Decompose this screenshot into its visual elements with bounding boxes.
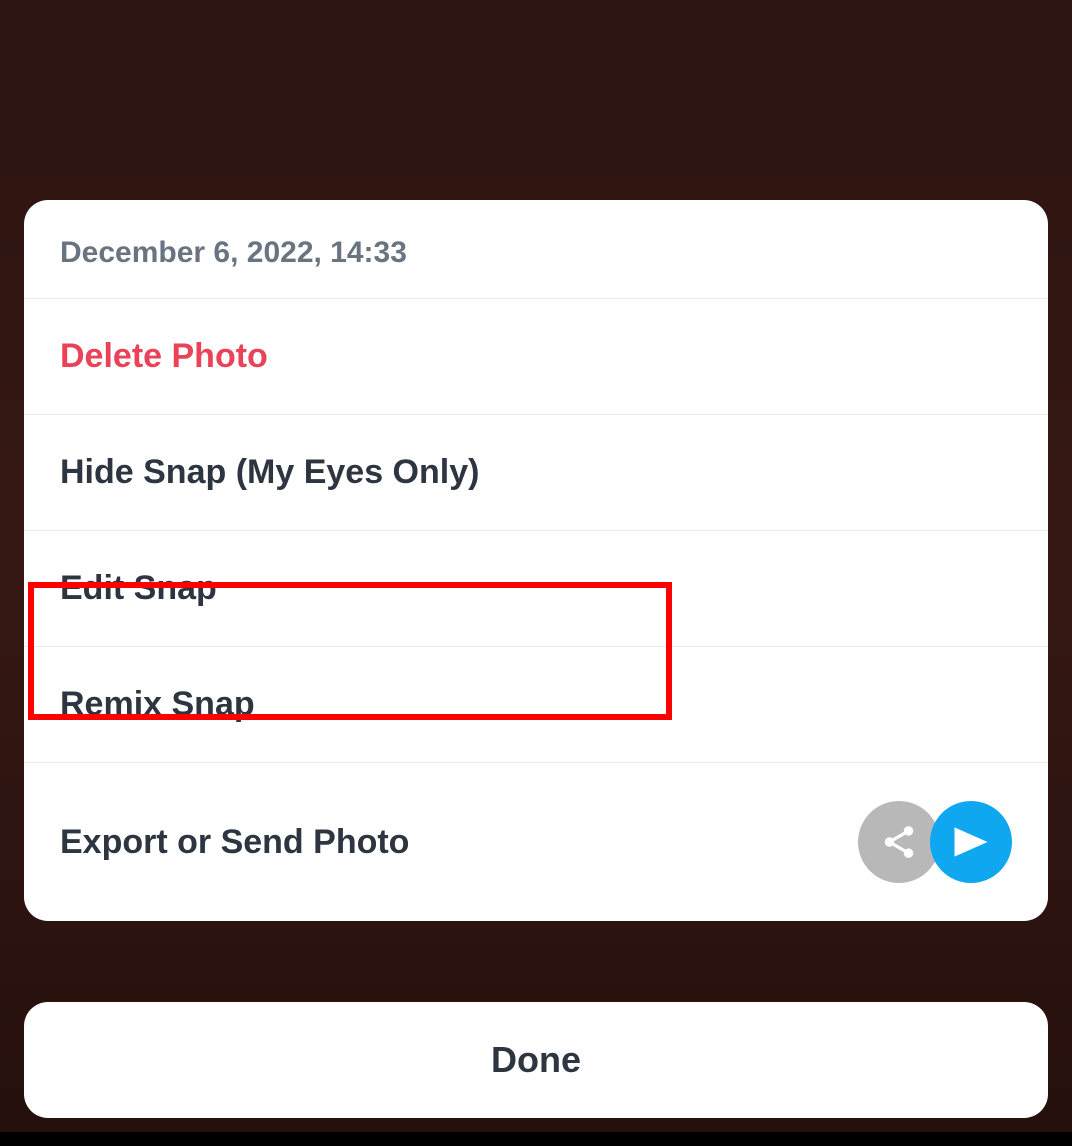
remix-snap-item[interactable]: Remix Snap xyxy=(24,647,1048,763)
delete-photo-item[interactable]: Delete Photo xyxy=(24,299,1048,415)
export-icon-group xyxy=(858,801,1012,883)
snap-timestamp: December 6, 2022, 14:33 xyxy=(60,236,1012,270)
export-send-item[interactable]: Export or Send Photo xyxy=(24,763,1048,921)
export-send-label: Export or Send Photo xyxy=(60,823,409,862)
done-label: Done xyxy=(491,1039,581,1081)
delete-photo-label: Delete Photo xyxy=(60,337,268,376)
hide-snap-label: Hide Snap (My Eyes Only) xyxy=(60,453,479,492)
send-icon[interactable] xyxy=(930,801,1012,883)
edit-snap-item[interactable]: Edit Snap xyxy=(24,531,1048,647)
sheet-header: December 6, 2022, 14:33 xyxy=(24,200,1048,299)
hide-snap-item[interactable]: Hide Snap (My Eyes Only) xyxy=(24,415,1048,531)
edit-snap-label: Edit Snap xyxy=(60,569,217,608)
done-button[interactable]: Done xyxy=(24,1002,1048,1118)
remix-snap-label: Remix Snap xyxy=(60,685,255,724)
action-sheet: December 6, 2022, 14:33 Delete Photo Hid… xyxy=(24,200,1048,921)
share-icon[interactable] xyxy=(858,801,940,883)
bottom-bar xyxy=(0,1132,1072,1146)
